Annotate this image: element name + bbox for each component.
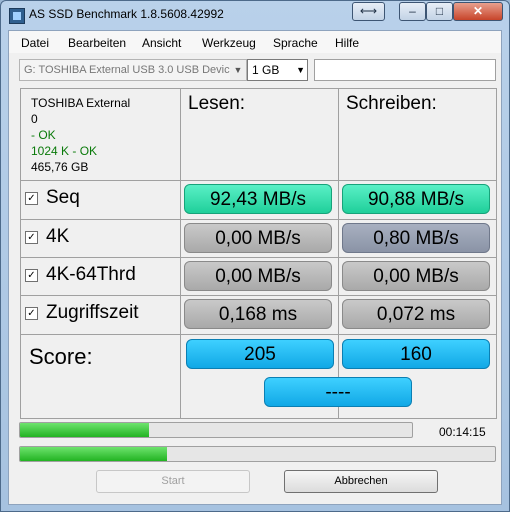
row-label-4k-64thrd[interactable]: ✓ 4K-64Thrd — [25, 264, 136, 286]
grid-divider — [21, 180, 496, 181]
results-grid: TOSHIBA External 0 - OK 1024 K - OK 465,… — [20, 88, 497, 419]
read-column-header: Lesen: — [188, 93, 246, 114]
maximize-button[interactable]: □ — [426, 2, 453, 21]
grid-divider — [21, 334, 496, 335]
overall-progress-fill — [20, 447, 168, 461]
drive-capacity: 465,76 GB — [31, 160, 89, 174]
drive-select[interactable]: G: TOSHIBA External USB 3.0 USB Devic ▼ — [19, 59, 247, 81]
test-size-value: 1 GB — [252, 63, 280, 77]
grid-divider — [180, 89, 181, 418]
app-window: AS SSD Benchmark 1.8.5608.42992 ⟷ – □ ✕ … — [0, 0, 510, 512]
title-bar[interactable]: AS SSD Benchmark 1.8.5608.42992 ⟷ – □ ✕ — [1, 1, 509, 29]
access-time-read-result: 0,168 ms — [184, 299, 332, 329]
row-label-4k[interactable]: ✓ 4K — [25, 226, 69, 248]
drive-select-value: G: TOSHIBA External USB 3.0 USB Devic — [24, 64, 230, 76]
4k-write-result: 0,80 MB/s — [342, 223, 490, 253]
4k-read-result: 0,00 MB/s — [184, 223, 332, 253]
alignment-status: 1024 K - OK — [31, 144, 98, 158]
checkbox-checked-icon[interactable]: ✓ — [25, 192, 38, 205]
checkbox-checked-icon[interactable]: ✓ — [25, 269, 38, 282]
4k-64thrd-write-result: 0,00 MB/s — [342, 261, 490, 291]
write-column-header: Schreiben: — [346, 93, 437, 114]
checkbox-checked-icon[interactable]: ✓ — [25, 307, 38, 320]
checkbox-checked-icon[interactable]: ✓ — [25, 231, 38, 244]
row-label-seq[interactable]: ✓ Seq — [25, 187, 80, 209]
blank-field[interactable] — [314, 59, 496, 81]
menu-ansicht[interactable]: Ansicht — [142, 36, 181, 50]
seq-write-result: 90,88 MB/s — [342, 184, 490, 214]
close-button[interactable]: ✕ — [453, 2, 503, 21]
score-total: ---- — [264, 377, 412, 407]
resize-arrows-button[interactable]: ⟷ — [352, 2, 385, 21]
app-icon — [9, 8, 25, 24]
menu-werkzeug[interactable]: Werkzeug — [202, 36, 256, 50]
drive-firmware: 0 — [31, 112, 38, 126]
elapsed-time: 00:14:15 — [439, 425, 486, 439]
start-button[interactable]: Start — [96, 470, 250, 493]
window-title: AS SSD Benchmark 1.8.5608.42992 — [29, 7, 224, 21]
row-label-access-time[interactable]: ✓ Zugriffszeit — [25, 302, 139, 324]
cancel-button[interactable]: Abbrechen — [284, 470, 438, 493]
score-write: 160 — [342, 339, 490, 369]
access-time-write-result: 0,072 ms — [342, 299, 490, 329]
grid-divider — [21, 295, 496, 296]
menu-bearbeiten[interactable]: Bearbeiten — [68, 36, 126, 50]
chevron-down-icon: ▼ — [296, 65, 305, 75]
grid-divider — [21, 219, 496, 220]
test-progress-fill — [20, 423, 150, 437]
grid-divider — [338, 89, 339, 418]
score-label: Score: — [29, 344, 93, 369]
test-progress-bar — [19, 422, 413, 438]
client-area: Datei Bearbeiten Ansicht Werkzeug Sprach… — [8, 30, 502, 505]
minimize-button[interactable]: – — [399, 2, 426, 21]
menu-sprache[interactable]: Sprache — [273, 36, 318, 50]
grid-divider — [21, 257, 496, 258]
drive-info: TOSHIBA External 0 - OK 1024 K - OK 465,… — [31, 95, 130, 175]
menu-datei[interactable]: Datei — [21, 36, 49, 50]
driver-status: - OK — [31, 128, 56, 142]
test-size-select[interactable]: 1 GB ▼ — [247, 59, 308, 81]
chevron-down-icon: ▼ — [230, 60, 246, 80]
overall-progress-bar — [19, 446, 496, 462]
score-read: 205 — [186, 339, 334, 369]
4k-64thrd-read-result: 0,00 MB/s — [184, 261, 332, 291]
menu-hilfe[interactable]: Hilfe — [335, 36, 359, 50]
menu-bar: Datei Bearbeiten Ansicht Werkzeug Sprach… — [9, 31, 501, 53]
drive-model: TOSHIBA External — [31, 96, 131, 110]
seq-read-result: 92,43 MB/s — [184, 184, 332, 214]
